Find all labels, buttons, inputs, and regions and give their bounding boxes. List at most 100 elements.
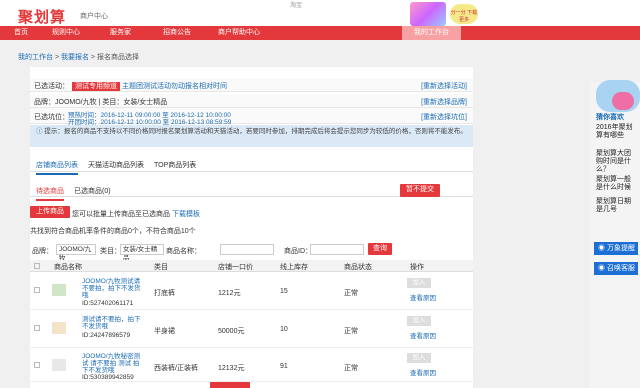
sidebar-link-3[interactable]: 聚划算一般是什么时候 [596, 176, 636, 192]
product-name-input[interactable] [220, 244, 274, 255]
product-category: 半身裙 [154, 328, 175, 335]
juhuasuan-logo[interactable]: 聚划算 [18, 6, 66, 27]
brand-select[interactable]: JOOMO/九牧 [56, 244, 96, 262]
reminder-button[interactable]: ◉ 万象提醒 [594, 242, 638, 255]
pagination-bar[interactable] [210, 382, 250, 388]
reminder-icon: ◉ [598, 245, 607, 252]
col-stock: 线上库存 [280, 264, 308, 271]
main-nav: 首页 规则中心 服务家 招商公告 商户帮助中心 我的工作台 [0, 26, 640, 40]
hold-submit-button[interactable]: 暂不提交 [400, 184, 440, 197]
product-name-link[interactable]: JOOMO/九牧秘密测试 请不要拍 测试 拍下不发货哦 [82, 353, 142, 374]
upload-desc-text: 您可以批量上传商品至已选商品 [72, 211, 170, 218]
col-category: 类目 [154, 264, 168, 271]
product-status: 正常 [344, 328, 358, 335]
table-header: 商品名称 类目 店铺一口价 线上库存 商品状态 操作 [30, 260, 473, 272]
breadcrumb-signup[interactable]: 我要报名 [61, 54, 89, 61]
id-filter-label: 商品ID： [284, 248, 312, 255]
view-reason-link[interactable]: 查看原因 [410, 367, 436, 377]
sidebar-guess-title: 猜你喜欢 [596, 114, 624, 121]
activity-label: 已选活动： [34, 83, 69, 90]
promo-banner-image[interactable] [410, 2, 446, 26]
cat-filter-label: 类目： [100, 248, 121, 255]
view-reason-link[interactable]: 查看原因 [410, 292, 436, 302]
nav-notice[interactable]: 招商公告 [163, 26, 191, 40]
tab-pending[interactable]: 待选商品 [36, 186, 64, 201]
product-source-tabs: 店铺商品列表 天猫活动商品列表 TOP商品列表 [30, 157, 473, 175]
product-stock: 15 [280, 288, 288, 295]
col-status: 商品状态 [344, 264, 372, 271]
promo-download-badge[interactable]: 分一分 下载更多 [450, 4, 478, 24]
hint-text: 提示：报名的商品不支持以不同价格同时报名聚划算活动和天猫活动，若要同时参加，排期… [44, 128, 467, 135]
upload-desc: 您可以批量上传商品至已选商品 下载模板 [72, 209, 200, 219]
tab-shop-products[interactable]: 店铺商品列表 [36, 160, 78, 175]
upload-products-button[interactable]: 上传商品 [30, 206, 70, 218]
sidebar-link-4[interactable]: 聚划算日期是几号 [596, 198, 636, 214]
product-id: ID:527402061171 [82, 300, 134, 307]
select-all-checkbox[interactable] [34, 263, 40, 269]
notice-hint: ⓘ 提示：报名的商品不支持以不同价格同时报名聚划算活动和天猫活动，若要同时参加，… [30, 125, 473, 147]
merchant-center-label: 商户中心 [80, 13, 108, 20]
tab-tmall-products[interactable]: 天猫活动商品列表 [88, 160, 144, 170]
selected-activity-row: 已选活动： 测试专用频道 主题团测试活动勿动报名相对时间 [重新选择活动] [30, 78, 473, 92]
row-checkbox[interactable] [34, 362, 40, 368]
sidebar-link-2[interactable]: 聚划算大团购时间是什么？ [596, 150, 636, 174]
result-count: 共找到符合商品机率条件的商品0个，不符合商品10个 [30, 228, 196, 235]
tab-selected[interactable]: 已选商品(0) [74, 186, 111, 196]
reselect-brand-link[interactable]: [重新选择品牌] [421, 97, 467, 107]
sidebar-link-1[interactable]: 2016年聚划算有哪些 [596, 124, 636, 140]
breadcrumb-workbench[interactable]: 我的工作台 [18, 54, 53, 61]
product-thumbnail[interactable] [52, 359, 66, 371]
table-row: JOOMO/九牧秘密测试 请不要拍 测试 拍下不发货哦 ID:530389942… [30, 349, 473, 382]
product-status: 正常 [344, 290, 358, 297]
reminder-label: 万象提醒 [606, 245, 635, 252]
search-button[interactable]: 查询 [368, 243, 392, 255]
contact-label: 召唤客服 [606, 265, 635, 272]
product-name-link[interactable]: 测试请不要拍，拍下不发货哦 [82, 316, 142, 330]
row-checkbox[interactable] [34, 325, 40, 331]
product-category: 西装裤/正装裤 [154, 365, 198, 372]
product-price: 1212元 [218, 290, 241, 297]
mascot-icon [612, 92, 634, 110]
nav-my-workbench[interactable]: 我的工作台 [402, 26, 461, 40]
product-id-input[interactable] [310, 244, 364, 255]
brand-info: 品牌：JOOMO/九牧 | 类目：女装/女士精品 [34, 99, 168, 106]
activity-tag: 测试专用频道 [72, 82, 120, 91]
breadcrumb-current: 报名商品选择 [96, 54, 139, 61]
col-name: 商品名称 [54, 264, 82, 271]
row-checkbox[interactable] [34, 287, 40, 293]
nav-rules[interactable]: 规则中心 [52, 26, 80, 40]
category-select[interactable]: 女装/女士精品 [120, 244, 164, 262]
add-button[interactable]: 加入 [407, 353, 431, 363]
slot-row: 已选坑位： 预热时间：2016-12-11 09:00:00 至 2016-12… [30, 108, 473, 126]
download-template-link[interactable]: 下载模板 [172, 211, 200, 218]
product-price: 12132元 [218, 365, 245, 372]
tab-top-products[interactable]: TOP商品列表 [154, 160, 196, 170]
table-row: 测试请不要拍，拍下不发货哦 ID:24247896579 半身裙 50000元 … [30, 312, 473, 348]
table-row: JOOMO/九牧测试请不要拍，拍下不发货哦 ID:527402061171 打底… [30, 274, 473, 310]
top-center-text: 淘宝 [290, 3, 303, 9]
brand-filter-label: 品牌： [32, 248, 53, 255]
add-button[interactable]: 加入 [407, 278, 431, 288]
top-header: 聚划算 商户中心 淘宝 分一分 下载更多 [0, 0, 640, 26]
nav-home[interactable]: 首页 [14, 26, 28, 40]
product-name-link[interactable]: JOOMO/九牧测试请不要拍，拍下不发货哦 [82, 278, 142, 299]
product-id: ID:24247896579 [82, 332, 131, 339]
add-button[interactable]: 加入 [407, 316, 431, 326]
product-stock: 10 [280, 326, 288, 333]
product-category: 打底裤 [154, 290, 175, 297]
nav-service[interactable]: 服务家 [110, 26, 131, 40]
product-price: 50000元 [218, 328, 245, 335]
product-thumbnail[interactable] [52, 284, 66, 296]
chat-icon: ◉ [598, 265, 607, 272]
nav-help[interactable]: 商户帮助中心 [218, 26, 260, 40]
reselect-slot-link[interactable]: [重新选择坑位] [421, 112, 467, 122]
reselect-activity-link[interactable]: [重新选择活动] [421, 81, 467, 91]
product-stock: 91 [280, 363, 288, 370]
breadcrumb-sep: > [88, 54, 97, 61]
view-reason-link[interactable]: 查看原因 [410, 330, 436, 340]
activity-name: 主题团测试活动勿动报名相对时间 [121, 83, 227, 90]
contact-service-button[interactable]: ◉ 召唤客服 [594, 262, 638, 275]
name-filter-label: 商品名称： [166, 248, 201, 255]
col-price: 店铺一口价 [218, 264, 253, 271]
product-thumbnail[interactable] [52, 322, 66, 334]
